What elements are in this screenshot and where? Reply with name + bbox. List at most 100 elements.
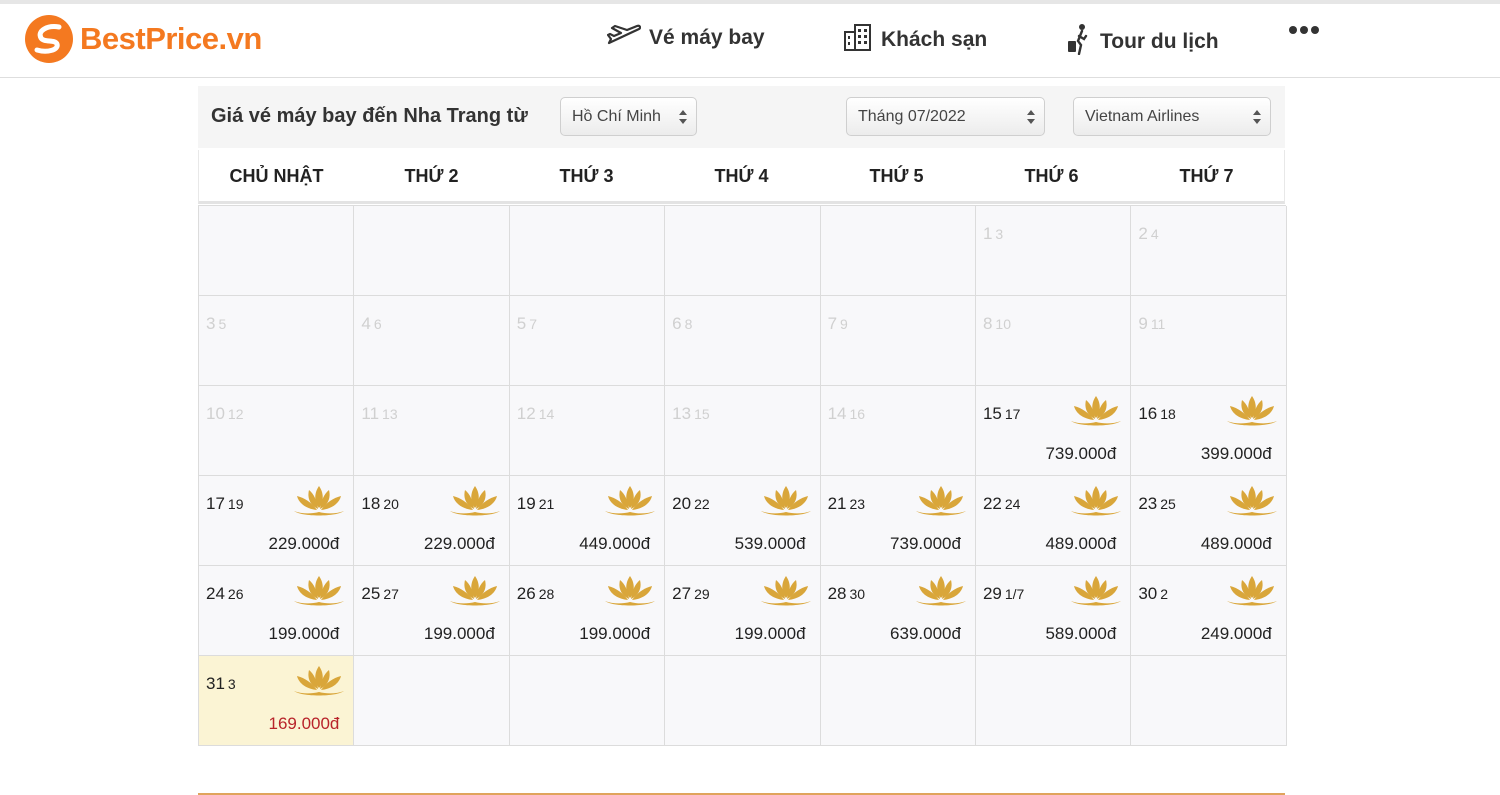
origin-select-value: Hồ Chí Minh [572, 108, 661, 125]
vietnam-airlines-lotus-icon [1226, 486, 1277, 516]
solar-day: 11 [361, 404, 380, 423]
calendar-day-4: 46 [354, 296, 510, 386]
nav-tours-label: Tour du lịch [1100, 30, 1219, 53]
calendar-day-12: 12 14 [509, 386, 666, 476]
nav-tours[interactable]: Tour du lịch [1066, 23, 1219, 61]
fare-price[interactable]: 229.000đ [424, 534, 495, 554]
fare-price[interactable]: 739.000đ [1045, 444, 1116, 464]
lunar-day: 4 [1150, 226, 1159, 242]
calendar-day-25[interactable]: 25 27 199.000đ [354, 566, 510, 656]
toolbar-title: Giá vé máy bay đến Nha Trang từ [211, 105, 528, 127]
calendar-day-14: 14 16 [820, 386, 976, 476]
lunar-day: 2 [1160, 586, 1169, 602]
solar-day: 20 [672, 494, 692, 513]
fare-price[interactable]: 169.000đ [268, 714, 339, 734]
calendar-day-30[interactable]: 30 2 249.000đ [1131, 566, 1287, 656]
calendar-day-8: 8 10 [975, 296, 1132, 386]
solar-day: 30 [1138, 584, 1158, 603]
calendar-day-27[interactable]: 27 29 199.000đ [665, 566, 821, 656]
day-number: 13 [983, 224, 1003, 244]
fare-price[interactable]: 249.000đ [1201, 624, 1272, 644]
calendar-cell-empty [1131, 656, 1287, 746]
calendar-day-21[interactable]: 21 23 739.000đ [820, 476, 976, 566]
solar-day: 10 [206, 404, 225, 423]
calendar-day-19[interactable]: 19 21 449.000đ [509, 476, 666, 566]
fare-price[interactable]: 739.000đ [890, 534, 961, 554]
calendar-day-7: 79 [820, 296, 976, 386]
fare-price[interactable]: 489.000đ [1045, 534, 1116, 554]
nav-flights[interactable]: Vé máy bay [606, 23, 765, 53]
calendar-day-26[interactable]: 26 28 199.000đ [509, 566, 666, 656]
calendar-day-15[interactable]: 15 17 739.000đ [975, 386, 1132, 476]
brand-logo[interactable]: BestPrice.vn [25, 15, 262, 63]
vietnam-airlines-lotus-icon [294, 666, 345, 696]
day-number: 19 21 [517, 494, 555, 514]
airline-select[interactable]: Vietnam Airlines [1073, 97, 1271, 136]
calendar-cell-empty [820, 656, 976, 746]
day-number: 17 19 [206, 494, 244, 514]
day-number: 79 [828, 314, 848, 334]
fare-price[interactable]: 589.000đ [1045, 624, 1116, 644]
search-toolbar: Giá vé máy bay đến Nha Trang từ Hồ Chí M… [198, 86, 1285, 148]
fare-price[interactable]: 399.000đ [1201, 444, 1272, 464]
vietnam-airlines-lotus-icon [1226, 396, 1277, 426]
day-number: 46 [361, 314, 381, 334]
calendar-day-22[interactable]: 22 24 489.000đ [975, 476, 1132, 566]
fare-price[interactable]: 199.000đ [579, 624, 650, 644]
lunar-day: 15 [694, 406, 710, 422]
solar-day: 24 [206, 584, 225, 603]
lunar-day: 17 [1004, 406, 1021, 422]
solar-day: 1 [982, 224, 993, 243]
origin-select[interactable]: Hồ Chí Minh [560, 97, 697, 136]
fare-price[interactable]: 639.000đ [890, 624, 961, 644]
vietnam-airlines-lotus-icon [294, 576, 345, 606]
lunar-day: 3 [227, 676, 236, 692]
fare-price[interactable]: 199.000đ [735, 624, 806, 644]
calendar-day-16[interactable]: 16 18 399.000đ [1131, 386, 1287, 476]
fare-price[interactable]: 199.000đ [268, 624, 339, 644]
lunar-day: 28 [538, 586, 555, 602]
day-number: 12 14 [517, 404, 555, 424]
solar-day: 8 [982, 314, 993, 333]
day-number: 26 28 [517, 584, 555, 604]
calendar-day-2: 24 [1131, 206, 1287, 296]
month-select[interactable]: Tháng 07/2022 [846, 97, 1045, 136]
more-menu-button[interactable] [1289, 26, 1322, 34]
month-select-value: Tháng 07/2022 [858, 108, 966, 125]
calendar-day-17[interactable]: 17 19 229.000đ [199, 476, 355, 566]
solar-day: 3 [206, 314, 216, 333]
solar-day: 31 [206, 674, 225, 693]
day-number: 20 22 [672, 494, 710, 514]
calendar-day-28[interactable]: 28 30 639.000đ [820, 566, 976, 656]
solar-day: 15 [982, 404, 1002, 423]
lunar-day: 24 [1004, 496, 1021, 512]
calendar-day-31[interactable]: 31 3 169.000đ [199, 656, 355, 746]
vietnam-airlines-lotus-icon [760, 486, 811, 516]
fare-price[interactable]: 539.000đ [735, 534, 806, 554]
weekday-header: CHỦ NHẬT THỨ 2 THỨ 3 THỨ 4 THỨ 5 THỨ 6 T… [198, 150, 1285, 204]
logo-icon [25, 15, 73, 63]
site-header: BestPrice.vn Vé máy bay Khách sạn Tour d… [0, 4, 1500, 78]
weekday-thursday: THỨ 5 [869, 166, 924, 186]
calendar-day-24[interactable]: 24 26 199.000đ [199, 566, 355, 656]
calendar-day-6: 68 [665, 296, 821, 386]
day-number: 18 20 [361, 494, 399, 514]
calendar-day-29[interactable]: 29 1/7 589.000đ [975, 566, 1132, 656]
vietnam-airlines-lotus-icon [760, 576, 811, 606]
day-number: 28 30 [828, 584, 866, 604]
solar-day: 17 [206, 494, 225, 513]
day-number: 30 2 [1138, 584, 1168, 604]
lunar-day: 9 [840, 316, 848, 332]
nav-hotels[interactable]: Khách sạn [843, 23, 987, 57]
fare-price[interactable]: 449.000đ [579, 534, 650, 554]
calendar-day-18[interactable]: 18 20 229.000đ [354, 476, 510, 566]
calendar-day-23[interactable]: 23 25 489.000đ [1131, 476, 1287, 566]
lunar-day: 14 [538, 406, 555, 422]
calendar-cell-empty [509, 206, 666, 296]
lunar-day: 21 [538, 496, 555, 512]
fare-price[interactable]: 489.000đ [1201, 534, 1272, 554]
lunar-day: 23 [849, 496, 866, 512]
fare-price[interactable]: 229.000đ [268, 534, 339, 554]
calendar-day-20[interactable]: 20 22 539.000đ [665, 476, 821, 566]
fare-price[interactable]: 199.000đ [424, 624, 495, 644]
